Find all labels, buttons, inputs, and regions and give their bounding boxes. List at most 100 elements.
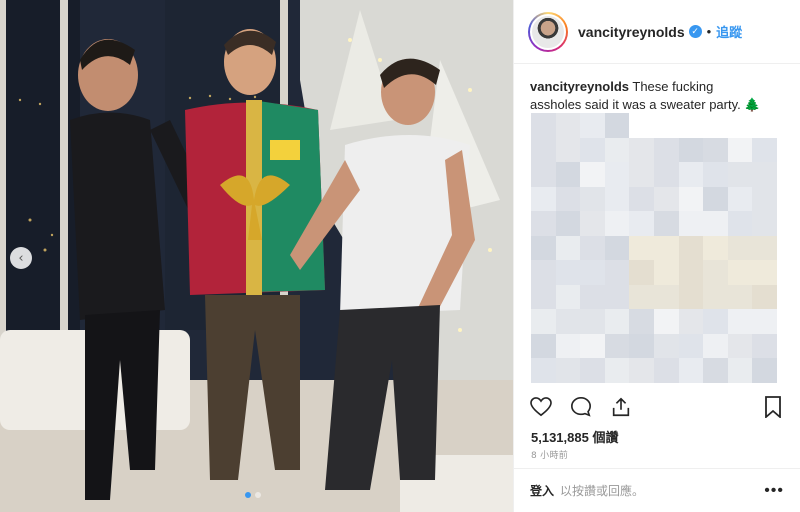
blurred-comments xyxy=(531,113,777,383)
blur-pixel xyxy=(531,211,556,236)
post-timestamp[interactable]: 8 小時前 xyxy=(531,448,568,461)
blur-pixel xyxy=(703,162,728,187)
login-prompt-text: 以按讚或回應。 xyxy=(560,484,645,498)
blur-pixel xyxy=(727,137,753,163)
blur-pixel xyxy=(678,137,704,163)
blur-pixel xyxy=(604,284,630,310)
blur-pixel xyxy=(555,260,581,285)
blur-pixel xyxy=(629,186,654,212)
blur-pixel xyxy=(531,309,556,334)
blur-pixel xyxy=(629,333,654,359)
blur-pixel xyxy=(604,162,630,187)
blur-pixel xyxy=(678,358,704,383)
blur-pixel xyxy=(727,284,753,310)
blur-pixel xyxy=(752,309,777,334)
likes-count[interactable]: 5,131,885 個讚 xyxy=(531,427,618,446)
blur-pixel xyxy=(531,137,556,163)
carousel-dot xyxy=(255,492,261,498)
blur-pixel xyxy=(629,284,654,310)
blur-pixel xyxy=(703,284,728,310)
blur-pixel xyxy=(678,333,704,359)
blur-pixel xyxy=(604,333,630,359)
header-username[interactable]: vancityreynolds xyxy=(578,24,685,40)
carousel-dot xyxy=(245,492,251,498)
post-sidebar: vancityreynolds ✓ • 追蹤 vancityreynolds T… xyxy=(513,0,800,512)
more-options-icon[interactable]: ••• xyxy=(764,482,784,500)
blur-pixel xyxy=(580,235,605,261)
blur-pixel xyxy=(555,113,581,138)
login-footer: 登入 以按讚或回應。 ••• xyxy=(514,468,800,512)
blur-pixel xyxy=(531,235,556,261)
follow-button[interactable]: 追蹤 xyxy=(716,22,742,41)
carousel-prev-button[interactable]: ‹ xyxy=(10,247,32,269)
post-photo[interactable]: ‹ xyxy=(0,0,513,512)
blur-pixel xyxy=(752,235,777,261)
caption-username[interactable]: vancityreynolds xyxy=(530,79,629,94)
blur-pixel xyxy=(678,211,704,236)
blur-pixel xyxy=(580,260,605,285)
blur-pixel xyxy=(629,162,654,187)
avatar-image xyxy=(530,13,566,50)
blur-pixel xyxy=(752,284,777,310)
blur-pixel xyxy=(629,137,654,163)
blur-pixel xyxy=(727,333,753,359)
blur-pixel xyxy=(703,211,728,236)
blur-pixel xyxy=(727,113,753,138)
blur-pixel xyxy=(752,162,777,187)
blur-pixel xyxy=(752,137,777,163)
blur-pixel xyxy=(727,186,753,212)
blur-pixel xyxy=(604,309,630,334)
blur-pixel xyxy=(580,113,605,138)
blur-pixel xyxy=(654,113,679,138)
carousel-indicator xyxy=(245,492,261,498)
blur-pixel xyxy=(752,358,777,383)
blur-pixel xyxy=(580,211,605,236)
blur-pixel xyxy=(555,309,581,334)
blur-pixel xyxy=(555,333,581,359)
blur-pixel xyxy=(727,235,753,261)
likes-number: 5,131,885 xyxy=(531,430,589,445)
blur-pixel xyxy=(703,186,728,212)
blur-pixel xyxy=(629,260,654,285)
blur-pixel xyxy=(629,113,654,138)
blur-pixel xyxy=(678,260,704,285)
blur-pixel xyxy=(629,235,654,261)
blur-pixel xyxy=(604,358,630,383)
share-button[interactable] xyxy=(608,394,634,420)
blur-pixel xyxy=(604,186,630,212)
blur-pixel xyxy=(604,211,630,236)
blur-pixel xyxy=(703,260,728,285)
avatar[interactable] xyxy=(528,11,568,52)
blur-pixel xyxy=(678,113,704,138)
blur-pixel xyxy=(555,211,581,236)
blur-pixel xyxy=(678,162,704,187)
action-bar xyxy=(528,394,786,420)
blur-pixel xyxy=(678,235,704,261)
blur-pixel xyxy=(727,309,753,334)
blur-pixel xyxy=(580,186,605,212)
bookmark-icon xyxy=(765,396,781,418)
blur-pixel xyxy=(555,284,581,310)
blur-pixel xyxy=(703,333,728,359)
blur-pixel xyxy=(604,113,630,138)
blur-pixel xyxy=(727,211,753,236)
blur-pixel xyxy=(654,284,679,310)
blur-pixel xyxy=(703,358,728,383)
comment-button[interactable] xyxy=(568,394,594,420)
heart-icon xyxy=(530,397,552,417)
blur-pixel xyxy=(703,309,728,334)
blur-pixel xyxy=(629,358,654,383)
like-button[interactable] xyxy=(528,394,554,420)
blur-pixel xyxy=(703,235,728,261)
blur-pixel xyxy=(531,162,556,187)
login-link[interactable]: 登入 xyxy=(530,482,554,499)
blur-pixel xyxy=(604,137,630,163)
blur-pixel xyxy=(531,358,556,383)
blur-pixel xyxy=(752,211,777,236)
likes-label: 個讚 xyxy=(592,431,619,446)
blur-pixel xyxy=(727,162,753,187)
blur-pixel xyxy=(580,137,605,163)
verified-badge-icon: ✓ xyxy=(688,25,702,38)
save-button[interactable] xyxy=(760,394,786,420)
blur-pixel xyxy=(629,309,654,334)
